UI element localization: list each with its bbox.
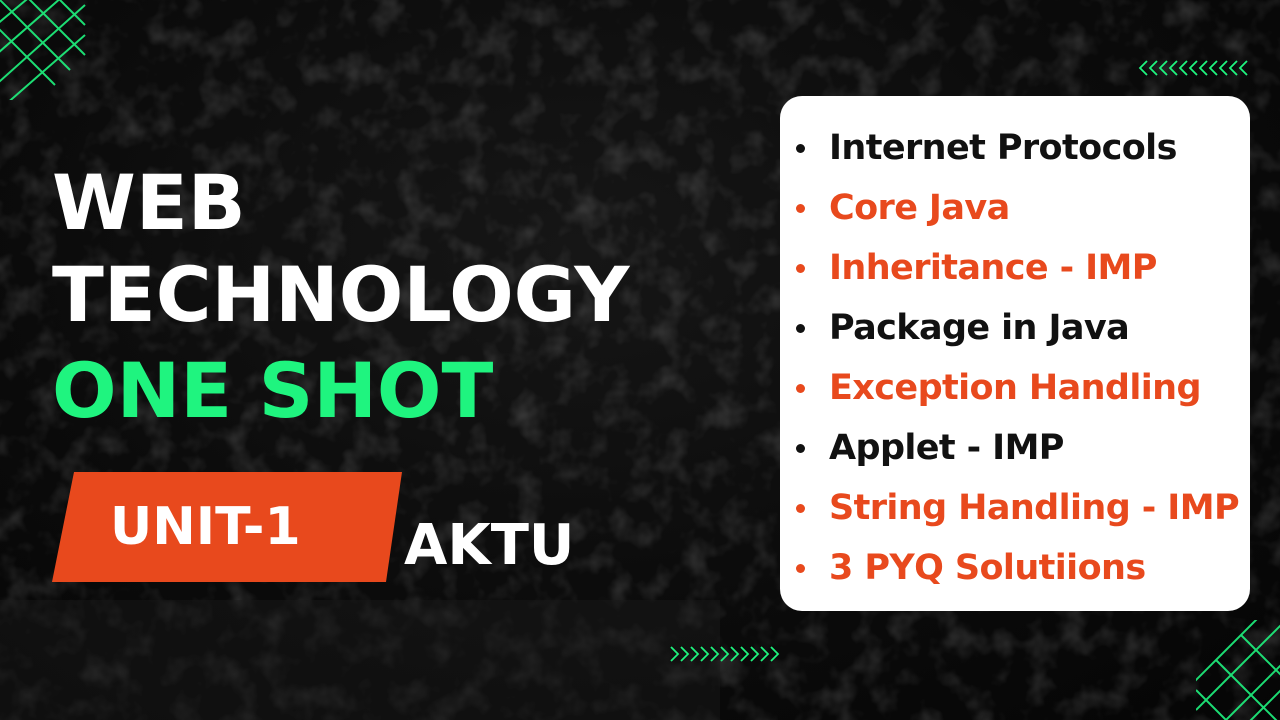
- list-item: Inheritance - IMP: [796, 238, 1239, 298]
- bullet-icon: [796, 323, 805, 333]
- bullet-icon: [796, 203, 805, 213]
- list-item: Exception Handling: [796, 358, 1239, 418]
- list-item: Core Java: [796, 178, 1239, 238]
- bullet-icon: [796, 143, 805, 153]
- topic-label: Core Java: [829, 188, 1010, 228]
- bullet-icon: [796, 503, 805, 513]
- title-line-one-shot: ONE SHOT: [52, 346, 494, 435]
- list-item: Internet Protocols: [796, 118, 1239, 178]
- chevron-row-icon: [1138, 60, 1248, 76]
- aktu-label: AKTU: [404, 513, 575, 578]
- topic-label: Package in Java: [829, 308, 1130, 348]
- list-item: Applet - IMP: [796, 418, 1239, 478]
- chevron-row-icon: [670, 646, 780, 662]
- grid-pattern-icon: [0, 0, 86, 100]
- bullet-icon: [796, 383, 805, 393]
- topic-label: Inheritance - IMP: [829, 248, 1157, 288]
- topic-label: Exception Handling: [829, 368, 1202, 408]
- topic-list: Internet Protocols Core Java Inheritance…: [796, 118, 1240, 598]
- title-line-web: WEB: [52, 158, 246, 247]
- topic-label: String Handling - IMP: [829, 488, 1240, 528]
- unit-badge: UNIT-1: [52, 472, 402, 582]
- thumbnail-canvas: WEB TECHNOLOGY ONE SHOT UNIT-1 AKTU Inte…: [0, 0, 1280, 720]
- unit-label: UNIT-1: [110, 497, 301, 557]
- list-item: String Handling - IMP: [796, 478, 1240, 538]
- title-line-technology: TECHNOLOGY: [52, 250, 630, 339]
- topic-card: Internet Protocols Core Java Inheritance…: [780, 96, 1250, 611]
- topic-label: Internet Protocols: [829, 128, 1177, 168]
- list-item: Package in Java: [796, 298, 1239, 358]
- bullet-icon: [796, 563, 805, 573]
- topic-label: Applet - IMP: [829, 428, 1064, 468]
- grid-pattern-icon: [1196, 620, 1280, 720]
- list-item: 3 PYQ Solutiions: [796, 538, 1239, 598]
- bullet-icon: [796, 443, 805, 453]
- bullet-icon: [796, 263, 805, 273]
- topic-label: 3 PYQ Solutiions: [829, 548, 1146, 588]
